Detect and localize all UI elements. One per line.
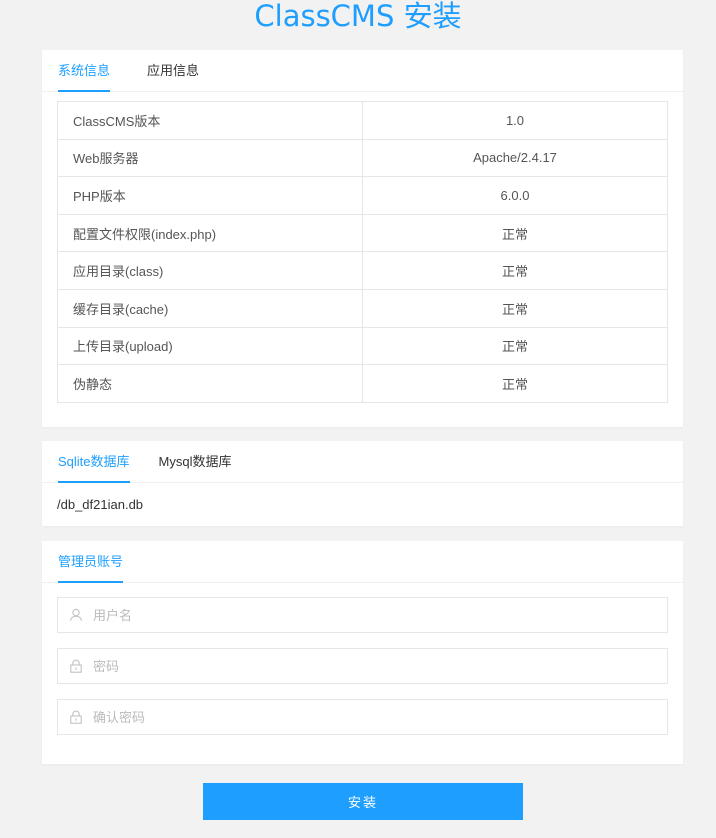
lock-icon xyxy=(69,659,83,673)
row-key: Web服务器 xyxy=(57,138,363,178)
tab-system-info[interactable]: 系统信息 xyxy=(58,50,111,92)
info-tabs: 系统信息 应用信息 xyxy=(42,50,683,92)
username-input[interactable] xyxy=(93,598,667,632)
database-tabs: Sqlite数据库 Mysql数据库 xyxy=(42,441,683,483)
table-row: PHP版本 6.0.0 xyxy=(57,176,668,215)
row-value: 正常 xyxy=(362,364,668,403)
tab-mysql[interactable]: Mysql数据库 xyxy=(159,441,232,482)
system-info-card: 系统信息 应用信息 ClassCMS版本 1.0 Web服务器 Apache/2… xyxy=(42,50,683,427)
row-key: 上传目录(upload) xyxy=(57,326,363,366)
password-input[interactable] xyxy=(93,649,667,683)
row-value: 正常 xyxy=(362,213,668,253)
user-icon xyxy=(69,608,83,622)
admin-tabs: 管理员账号 xyxy=(42,541,683,583)
table-row: 上传目录(upload) 正常 xyxy=(57,326,668,366)
table-row: 配置文件权限(index.php) 正常 xyxy=(57,213,668,253)
table-row: Web服务器 Apache/2.4.17 xyxy=(57,138,668,178)
row-key: 伪静态 xyxy=(57,364,363,403)
tab-sqlite[interactable]: Sqlite数据库 xyxy=(58,441,130,483)
table-row: 缓存目录(cache) 正常 xyxy=(57,288,668,328)
tab-admin-account[interactable]: 管理员账号 xyxy=(58,541,124,583)
row-key: PHP版本 xyxy=(57,176,363,215)
table-row: 应用目录(class) 正常 xyxy=(57,251,668,290)
database-path: /db_df21ian.db xyxy=(57,497,144,512)
row-value: 正常 xyxy=(362,288,668,328)
row-value: 1.0 xyxy=(362,101,668,140)
table-row: ClassCMS版本 1.0 xyxy=(57,101,668,140)
confirm-password-input[interactable] xyxy=(93,700,667,734)
row-value: 6.0.0 xyxy=(362,176,668,215)
row-key: ClassCMS版本 xyxy=(57,101,363,140)
database-card: Sqlite数据库 Mysql数据库 /db_df21ian.db xyxy=(42,441,683,526)
row-value: 正常 xyxy=(362,326,668,366)
page-title: ClassCMS 安装 xyxy=(254,0,462,33)
password-field-wrapper xyxy=(57,648,668,684)
lock-icon xyxy=(69,710,83,724)
row-key: 缓存目录(cache) xyxy=(57,288,363,328)
tab-app-info[interactable]: 应用信息 xyxy=(147,50,199,91)
table-row: 伪静态 正常 xyxy=(57,364,668,403)
confirm-password-field-wrapper xyxy=(57,699,668,735)
row-value: 正常 xyxy=(362,251,668,290)
install-button[interactable]: 安装 xyxy=(203,783,523,820)
row-key: 应用目录(class) xyxy=(57,251,363,290)
username-field-wrapper xyxy=(57,597,668,633)
row-value: Apache/2.4.17 xyxy=(362,138,668,178)
admin-account-card: 管理员账号 xyxy=(42,541,683,764)
row-key: 配置文件权限(index.php) xyxy=(57,213,363,253)
system-info-table: ClassCMS版本 1.0 Web服务器 Apache/2.4.17 PHP版… xyxy=(57,101,668,403)
